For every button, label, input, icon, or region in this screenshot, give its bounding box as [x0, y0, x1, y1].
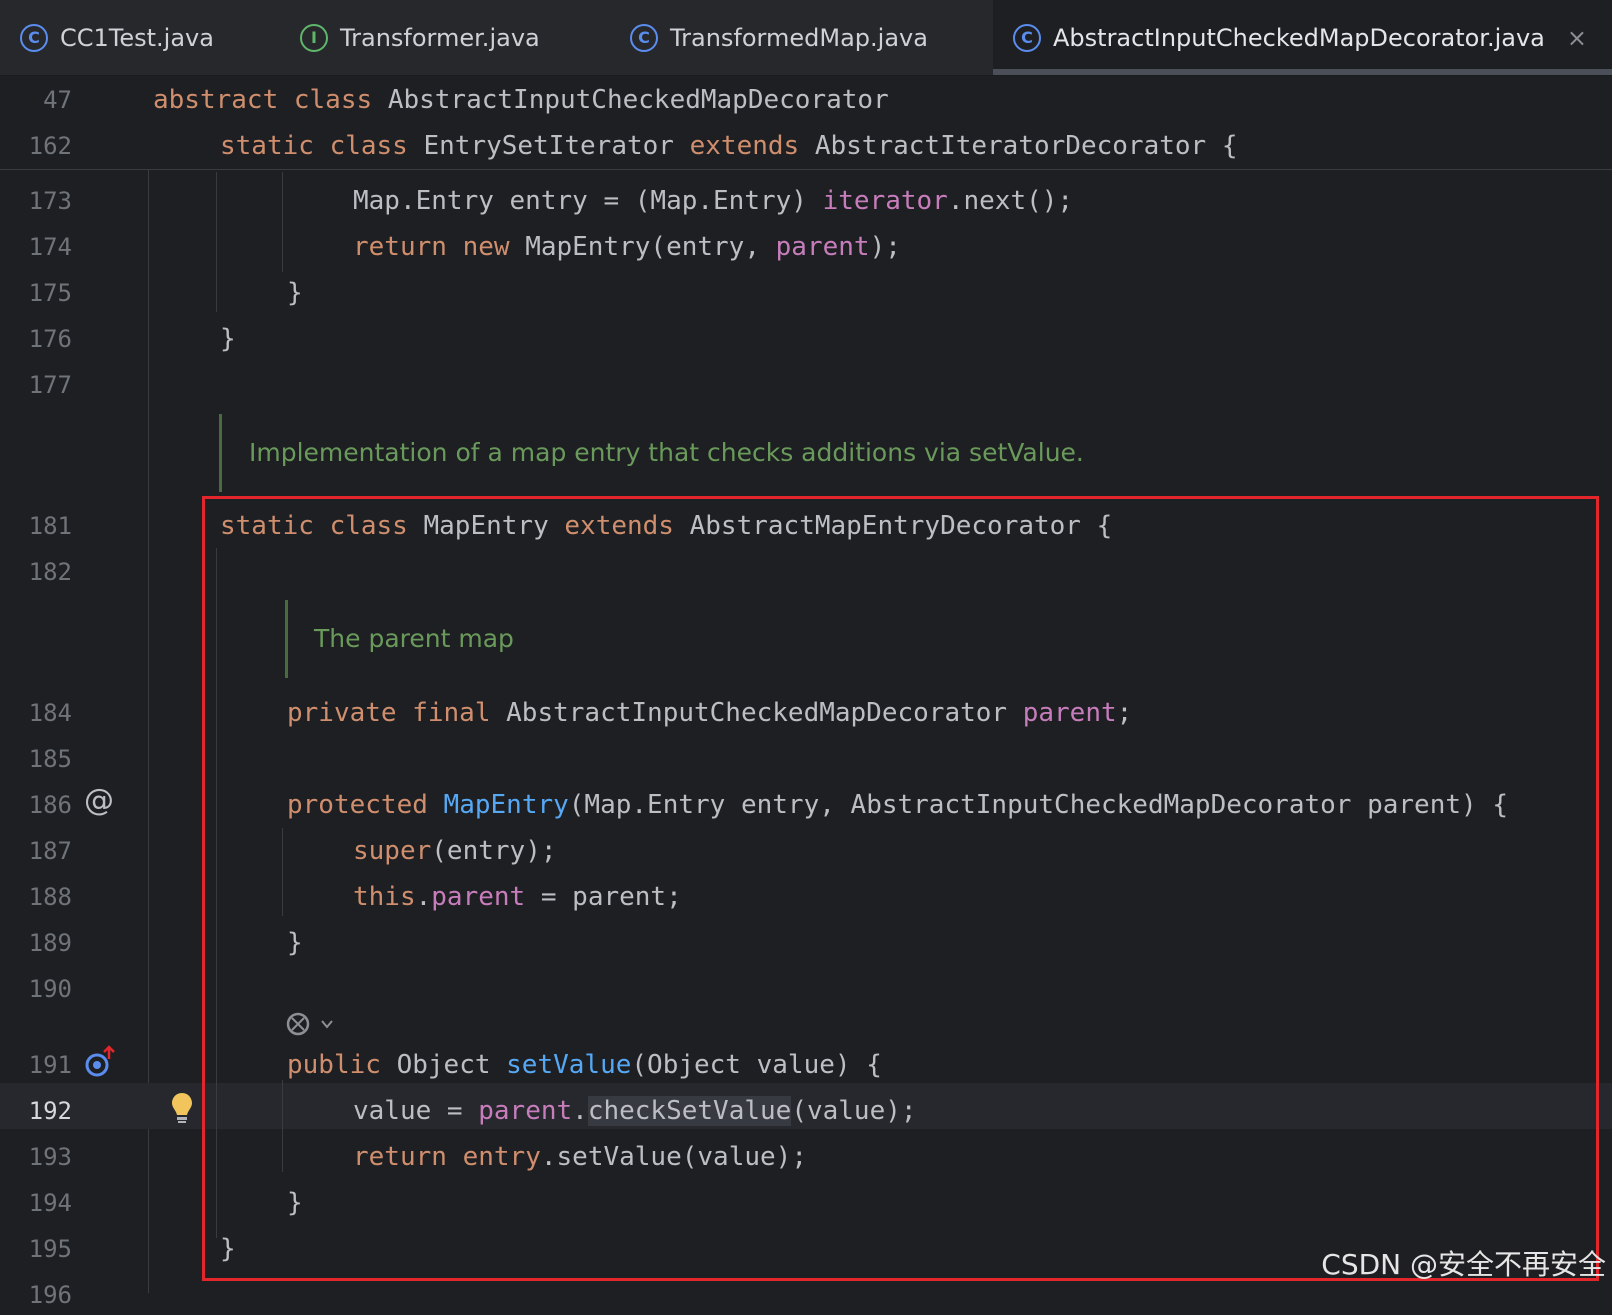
- code-text: );: [869, 232, 901, 262]
- close-icon[interactable]: ×: [1567, 24, 1587, 52]
- line-number: 196: [28, 1281, 72, 1309]
- tab-label: AbstractInputCheckedMapDecorator.java: [1053, 23, 1545, 52]
- line-number: 185: [28, 745, 72, 773]
- editor-tab-bar: C CC1Test.java I Transformer.java C Tran…: [0, 0, 1612, 76]
- doc-comment-bar: [219, 414, 222, 492]
- tab-abstractinputcheckedmapdecorator[interactable]: C AbstractInputCheckedMapDecorator.java …: [993, 0, 1612, 75]
- line-number: 173: [28, 187, 72, 215]
- override-gutter-icon[interactable]: [82, 1045, 118, 1081]
- code-line[interactable]: }: [220, 319, 236, 359]
- sticky-scroll-header: 47 abstract class AbstractInputCheckedMa…: [0, 76, 1612, 170]
- class-icon: C: [630, 23, 658, 52]
- keyword: abstract class: [153, 85, 388, 115]
- line-number: 175: [28, 279, 72, 307]
- sticky-line[interactable]: abstract class AbstractInputCheckedMapDe…: [153, 80, 889, 120]
- watermark: CSDN @安全不再安全: [1321, 1248, 1606, 1281]
- line-number: 189: [28, 929, 72, 957]
- line-number: 47: [43, 86, 72, 114]
- keyword: extends: [689, 131, 815, 161]
- tab-cc1test[interactable]: C CC1Test.java: [0, 0, 272, 75]
- class-icon: C: [1013, 23, 1041, 52]
- lightbulb-icon[interactable]: [170, 1091, 194, 1125]
- code-text: Map.Entry entry = (Map.Entry): [353, 186, 823, 216]
- field-ref: iterator: [822, 186, 948, 216]
- interface-icon: I: [300, 23, 328, 52]
- code-text: .next();: [947, 186, 1074, 216]
- line-number: 193: [28, 1143, 72, 1171]
- line-number: 194: [28, 1189, 72, 1217]
- code-text: MapEntry(entry,: [525, 232, 776, 262]
- tab-label: CC1Test.java: [60, 23, 214, 52]
- keyword: return new: [353, 232, 526, 262]
- line-number: 187: [28, 837, 72, 865]
- line-number: 195: [28, 1235, 72, 1263]
- keyword: static class: [220, 131, 424, 161]
- indent-guide: [216, 172, 217, 312]
- class-name: AbstractIteratorDecorator {: [814, 131, 1238, 161]
- tab-transformedmap[interactable]: C TransformedMap.java: [610, 0, 990, 75]
- class-icon: C: [20, 23, 48, 52]
- highlight-annotation-box: [202, 496, 1599, 1281]
- line-number: 186: [28, 791, 72, 819]
- field-ref: parent: [775, 232, 870, 262]
- line-number: 188: [28, 883, 72, 911]
- line-number: 182: [28, 558, 72, 586]
- class-name: EntrySetIterator: [423, 131, 690, 161]
- line-number: 162: [28, 132, 72, 160]
- sticky-line[interactable]: static class EntrySetIterator extends Ab…: [220, 126, 1237, 166]
- class-name: AbstractInputCheckedMapDecorator: [387, 85, 889, 115]
- line-number: 177: [28, 371, 72, 399]
- line-number: 174: [28, 233, 72, 261]
- line-number: 190: [28, 975, 72, 1003]
- active-tab-indicator: [993, 69, 1612, 75]
- tab-label: Transformer.java: [340, 23, 540, 52]
- annotation-gutter-icon[interactable]: @: [84, 783, 114, 818]
- line-number: 176: [28, 325, 72, 353]
- tab-transformer[interactable]: I Transformer.java: [280, 0, 600, 75]
- code-line[interactable]: }: [287, 273, 303, 313]
- line-number: 191: [28, 1051, 72, 1079]
- tab-label: TransformedMap.java: [670, 23, 928, 52]
- line-number-current: 192: [28, 1097, 72, 1125]
- line-number: 184: [28, 699, 72, 727]
- code-line[interactable]: Map.Entry entry = (Map.Entry) iterator.n…: [353, 181, 1073, 221]
- indent-guide: [282, 172, 283, 272]
- code-line[interactable]: return new MapEntry(entry, parent);: [353, 227, 901, 267]
- doc-comment[interactable]: Implementation of a map entry that check…: [249, 438, 1084, 467]
- line-number: 181: [28, 512, 72, 540]
